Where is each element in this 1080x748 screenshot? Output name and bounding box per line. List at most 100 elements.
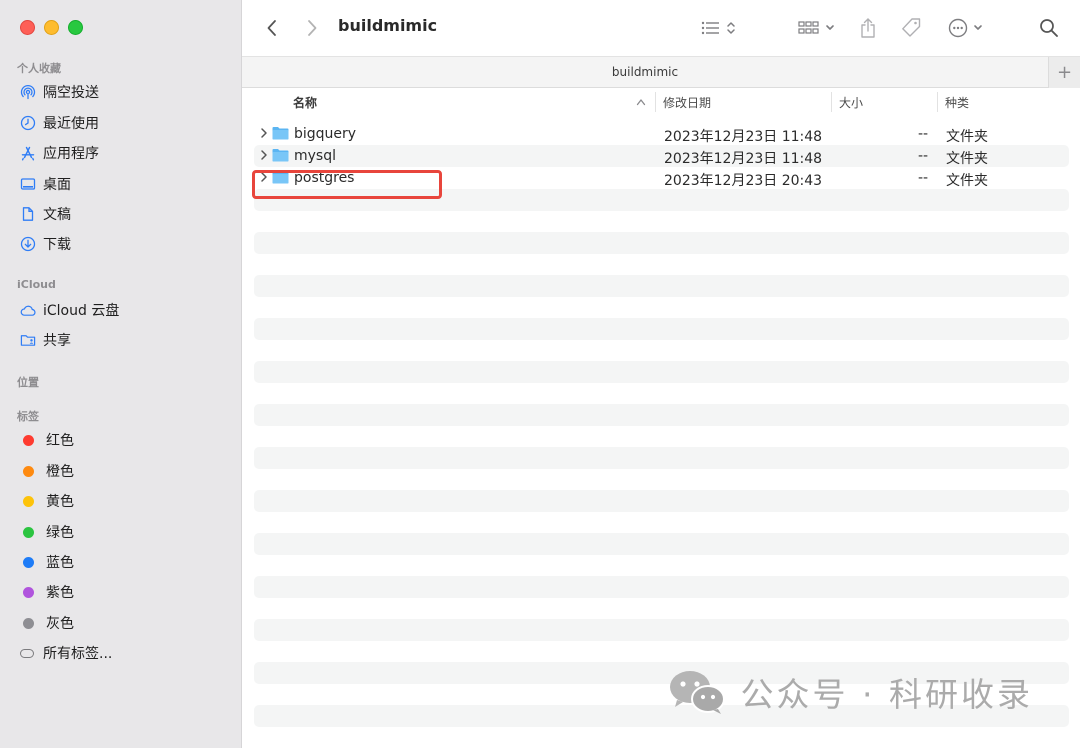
sidebar-item-label: 黄色 — [46, 494, 74, 510]
folder-icon — [272, 149, 289, 162]
disclosure-chevron-icon[interactable] — [259, 126, 269, 140]
sidebar-tag-gray[interactable]: 灰色 — [20, 611, 74, 635]
sidebar-item-label: 红色 — [46, 433, 74, 449]
sidebar-item-documents[interactable]: 文稿 — [20, 202, 71, 226]
column-header: 名称 修改日期 大小 种类 — [242, 88, 1080, 116]
empty-row — [254, 533, 1069, 555]
cloud-icon — [20, 302, 36, 318]
sidebar-item-downloads[interactable]: 下载 — [20, 232, 71, 256]
zoom-window-button[interactable] — [68, 20, 83, 35]
sidebar-item-desktop[interactable]: 桌面 — [20, 172, 71, 196]
clock-icon — [20, 115, 36, 131]
sidebar-item-recents[interactable]: 最近使用 — [20, 111, 99, 135]
red-tag-dot — [23, 434, 34, 446]
sidebar-tag-yellow[interactable]: 黄色 — [20, 489, 74, 513]
window-controls — [20, 20, 83, 35]
tab-buildmimic[interactable]: buildmimic — [242, 65, 1048, 79]
sort-ascending-icon — [636, 99, 646, 106]
column-name[interactable]: 名称 — [293, 94, 317, 111]
sidebar-tag-all[interactable]: 所有标签... — [20, 641, 112, 665]
empty-row — [254, 232, 1069, 254]
group-button[interactable] — [796, 14, 838, 42]
sidebar: 个人收藏 隔空投送 最近使用 应用程序 桌面 文稿 下载 iCloud iClo… — [0, 0, 242, 748]
sidebar-item-label: iCloud 云盘 — [43, 303, 120, 319]
tab-bar: buildmimic + — [242, 56, 1080, 88]
purple-tag-dot — [23, 586, 34, 598]
applications-icon — [20, 145, 36, 161]
yellow-tag-dot — [23, 495, 34, 507]
grid-icon — [798, 21, 834, 34]
sidebar-item-label: 桌面 — [43, 177, 71, 193]
sidebar-tag-blue[interactable]: 蓝色 — [20, 550, 74, 574]
desktop-icon — [20, 176, 36, 192]
file-size: -- — [918, 170, 929, 186]
sidebar-item-label: 紫色 — [46, 585, 74, 601]
sidebar-item-airdrop[interactable]: 隔空投送 — [20, 80, 99, 104]
new-tab-button[interactable]: + — [1048, 57, 1080, 88]
sidebar-item-label: 文稿 — [43, 207, 71, 223]
sidebar-item-icloud-drive[interactable]: iCloud 云盘 — [20, 298, 119, 322]
file-kind: 文件夹 — [946, 129, 988, 145]
watermark: 公众号 · 科研收录 — [667, 668, 1033, 716]
column-kind[interactable]: 种类 — [945, 94, 969, 111]
column-size[interactable]: 大小 — [839, 94, 863, 111]
empty-row — [254, 447, 1069, 469]
back-button[interactable] — [258, 14, 286, 42]
empty-row — [254, 275, 1069, 297]
file-kind: 文件夹 — [946, 151, 988, 167]
more-actions-button[interactable] — [946, 14, 988, 42]
forward-button[interactable] — [298, 14, 326, 42]
sidebar-section-favorites: 个人收藏 — [17, 62, 61, 75]
sidebar-item-label: 下载 — [43, 237, 71, 253]
wechat-logo-icon — [669, 671, 725, 714]
highlight-box — [252, 170, 442, 199]
chevron-right-icon — [308, 20, 317, 36]
all-tags-icon — [20, 648, 34, 658]
chevron-left-icon — [267, 20, 276, 36]
tags-button[interactable] — [898, 14, 924, 42]
sidebar-item-label: 灰色 — [46, 616, 74, 632]
sidebar-tag-red[interactable]: 红色 — [20, 428, 74, 452]
file-modified: 2023年12月23日 11:48 — [664, 129, 823, 145]
view-options-button[interactable] — [700, 14, 742, 42]
sidebar-tag-orange[interactable]: 橙色 — [20, 459, 74, 483]
sidebar-item-label: 应用程序 — [43, 146, 99, 162]
orange-tag-dot — [23, 465, 34, 477]
sidebar-item-shared[interactable]: 共享 — [20, 328, 71, 352]
main-pane: buildmimic buildmimic + 名称 修改日期 大小 种类 bi… — [242, 0, 1080, 748]
file-row-mysql[interactable]: mysql 2023年12月23日 11:48 -- 文件夹 — [254, 145, 1069, 167]
disclosure-chevron-icon[interactable] — [259, 148, 269, 162]
minimize-window-button[interactable] — [44, 20, 59, 35]
finder-window: 个人收藏 隔空投送 最近使用 应用程序 桌面 文稿 下载 iCloud iClo… — [0, 0, 1080, 748]
sidebar-tag-green[interactable]: 绿色 — [20, 520, 74, 544]
column-divider[interactable] — [831, 92, 832, 112]
document-icon — [20, 206, 36, 222]
sidebar-item-label: 所有标签... — [43, 646, 113, 662]
column-divider[interactable] — [937, 92, 938, 112]
shared-folder-icon — [20, 332, 36, 348]
folder-icon — [272, 127, 289, 140]
ellipsis-circle-icon — [948, 18, 982, 38]
sidebar-tag-purple[interactable]: 紫色 — [20, 580, 74, 604]
sidebar-section-locations[interactable]: 位置 — [17, 374, 39, 390]
close-window-button[interactable] — [20, 20, 35, 35]
plus-icon: + — [1056, 62, 1073, 83]
empty-row — [254, 318, 1069, 340]
search-button[interactable] — [1037, 14, 1061, 42]
sidebar-item-label: 蓝色 — [46, 555, 74, 571]
share-button[interactable] — [856, 14, 880, 42]
column-modified[interactable]: 修改日期 — [663, 94, 711, 111]
list-view-icon — [701, 21, 735, 35]
file-size: -- — [918, 148, 929, 164]
download-icon — [20, 236, 36, 252]
search-icon — [1040, 19, 1058, 37]
sidebar-item-applications[interactable]: 应用程序 — [20, 141, 99, 165]
file-row-bigquery[interactable]: bigquery 2023年12月23日 11:48 -- 文件夹 — [254, 123, 1069, 145]
blue-tag-dot — [23, 556, 34, 568]
watermark-text: 公众号 · 科研收录 — [740, 675, 1033, 714]
empty-row — [254, 404, 1069, 426]
sidebar-item-label: 隔空投送 — [43, 85, 99, 101]
column-divider[interactable] — [655, 92, 656, 112]
file-modified: 2023年12月23日 20:43 — [664, 173, 823, 189]
empty-row — [254, 361, 1069, 383]
